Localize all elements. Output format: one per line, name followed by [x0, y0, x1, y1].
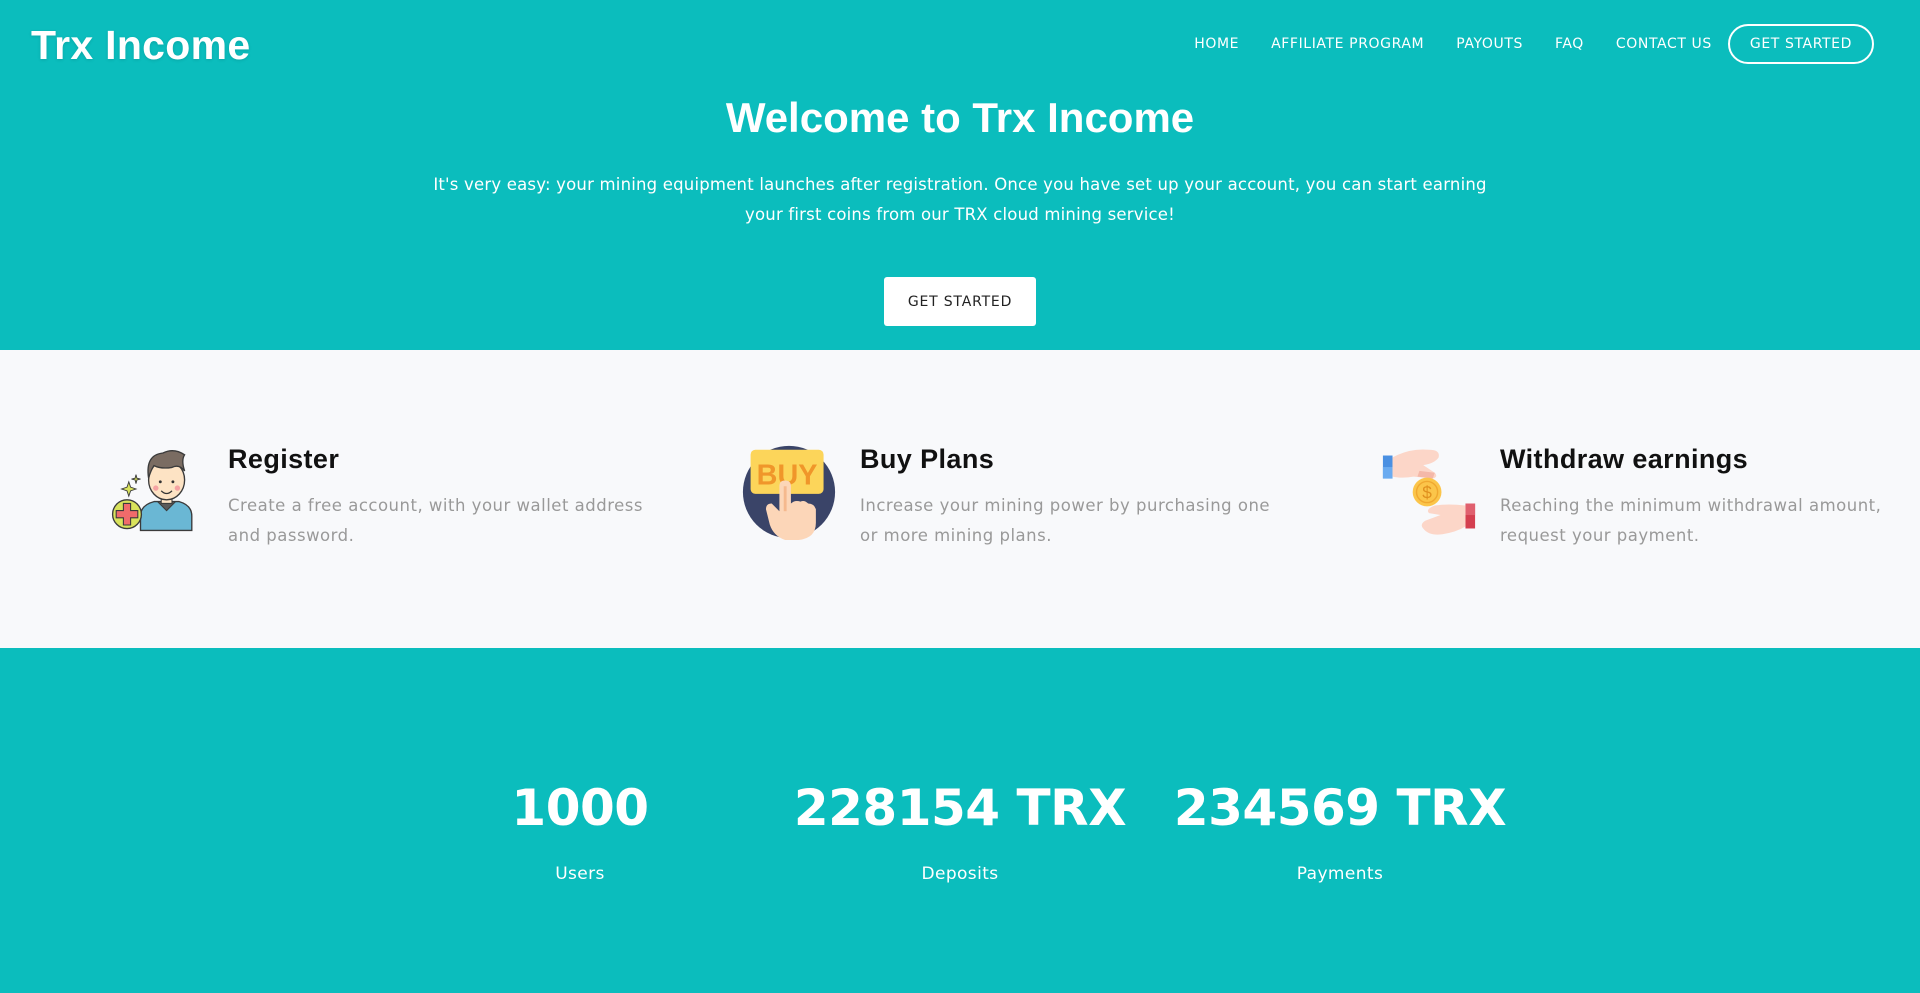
step-register: Register Create a free account, with you…	[109, 444, 669, 554]
hero-description: It's very easy: your mining equipment la…	[430, 170, 1490, 230]
stat-label: Users	[555, 864, 605, 884]
step-buy-plans: BUY Buy Plans Increase your mining power…	[741, 444, 1301, 554]
hero-section: Trx Income HOME AFFILIATE PROGRAM PAYOUT…	[0, 0, 1920, 350]
step-description: Create a free account, with your wallet …	[228, 496, 643, 545]
step-description: Increase your mining power by purchasing…	[860, 496, 1271, 545]
stat-label: Deposits	[921, 864, 999, 884]
step-withdraw-earnings: $ Withdraw earnings Reaching the minimum…	[1381, 444, 1920, 554]
step-description: Reaching the minimum withdrawal amount, …	[1500, 496, 1882, 545]
step-title: Buy Plans	[860, 444, 995, 474]
stat-label: Payments	[1296, 864, 1384, 884]
hero-title: Welcome to Trx Income	[725, 94, 1195, 141]
money-transfer-icon: $	[1381, 444, 1481, 544]
steps-section: Register Create a free account, with you…	[0, 350, 1920, 648]
site-logo[interactable]: Trx Income	[31, 22, 250, 69]
stat-value: 1000	[511, 779, 649, 837]
stat-value: 234569 TRX	[1173, 779, 1507, 837]
nav-faq[interactable]: FAQ	[1555, 36, 1584, 52]
buy-icon: BUY	[741, 444, 841, 544]
stat-deposits: 228154 TRX Deposits	[770, 778, 1150, 884]
hero-description-line: It's very easy: your mining equipment la…	[433, 175, 1487, 194]
nav-payouts[interactable]: PAYOUTS	[1456, 36, 1523, 52]
nav-home[interactable]: HOME	[1194, 36, 1239, 52]
stats-section: 1000 Users 228154 TRX Deposits 234569 TR…	[0, 648, 1920, 993]
stat-value: 228154 TRX	[793, 779, 1127, 837]
nav-contact-us[interactable]: CONTACT US	[1616, 36, 1712, 52]
stat-users: 1000 Users	[390, 778, 770, 884]
step-title: Withdraw earnings	[1500, 444, 1749, 474]
stat-payments: 234569 TRX Payments	[1150, 778, 1530, 884]
step-title: Register	[228, 444, 340, 474]
user-add-icon	[109, 444, 209, 544]
nav-get-started-button[interactable]: GET STARTED	[1727, 24, 1874, 64]
svg-text:$: $	[1422, 483, 1432, 503]
hero-get-started-button[interactable]: GET STARTED	[884, 277, 1036, 326]
nav-affiliate-program[interactable]: AFFILIATE PROGRAM	[1271, 36, 1424, 52]
hero-description-line: your first coins from our TRX cloud mini…	[745, 205, 1175, 224]
main-nav: HOME AFFILIATE PROGRAM PAYOUTS FAQ CONTA…	[1194, 24, 1874, 64]
